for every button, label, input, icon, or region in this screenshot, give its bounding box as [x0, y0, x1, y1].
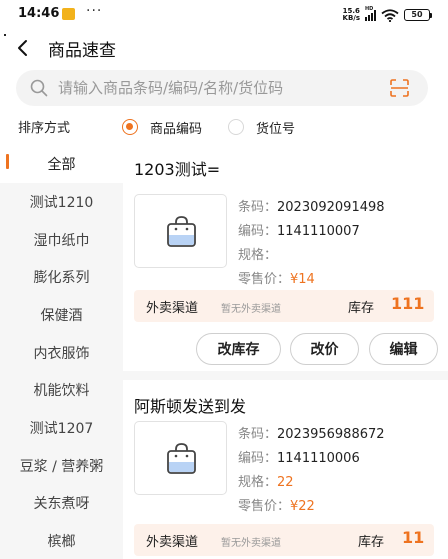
price-field: 零售价：¥22 — [238, 495, 315, 514]
hd-badge: HD — [365, 5, 374, 12]
sort-option-label: 货位号 — [256, 121, 296, 137]
code-value: 1141110007 — [277, 224, 360, 239]
code-label: 编码： — [238, 451, 278, 466]
sidebar-item[interactable]: 保健酒 — [0, 296, 123, 334]
price-field: 零售价：¥14 — [238, 268, 315, 287]
shopping-bag-icon — [167, 216, 196, 247]
search-icon — [30, 79, 48, 97]
spec-field: 规格： — [238, 244, 277, 263]
channel-label: 外卖渠道 — [146, 535, 199, 550]
shopping-bag-icon — [167, 443, 196, 474]
sidebar-item[interactable]: 机能饮料 — [0, 371, 123, 409]
spec-label: 规格： — [238, 248, 278, 263]
radio-unchecked-icon — [228, 119, 244, 135]
channel-label: 外卖渠道 — [146, 301, 199, 316]
more-notifications-icon: ··· — [86, 3, 103, 19]
barcode-field: 条码：2023092091498 — [238, 196, 385, 215]
sort-options: 排序方式 商品编码 货位号 — [18, 117, 438, 137]
status-indicators: 15.6 KB/s HD 50 — [343, 6, 432, 23]
barcode-field: 条码：2023956988672 — [238, 423, 385, 442]
price-label: 零售价： — [238, 499, 291, 514]
network-speed: 15.6 KB/s — [343, 8, 360, 22]
battery-icon: 50 — [404, 9, 432, 21]
edit-price-button[interactable]: 改价 — [290, 333, 359, 365]
barcode-label: 条码： — [238, 200, 278, 215]
product-card[interactable]: 阿斯顿发送到发 条码：2023956988672 编码：1141110006 规… — [123, 393, 448, 559]
sidebar-item[interactable]: 膨化系列 — [0, 258, 123, 296]
barcode-value: 2023956988672 — [277, 427, 385, 442]
network-speed-unit: KB/s — [342, 14, 360, 22]
notification-app-icon — [62, 8, 75, 20]
delivery-channel-bar: 外卖渠道 暂无外卖渠道 库存 111 — [134, 290, 434, 322]
code-field: 编码：1141110006 — [238, 447, 360, 466]
price-value: ¥22 — [290, 499, 315, 514]
code-value: 1141110006 — [277, 451, 360, 466]
scan-icon[interactable] — [390, 79, 409, 97]
sidebar-item[interactable]: 豆浆 / 营养粥 — [0, 447, 123, 485]
card-separator — [123, 371, 448, 380]
product-image — [134, 194, 227, 268]
spec-field: 规格：22 — [238, 471, 294, 490]
stock-value: 11 — [402, 528, 425, 547]
product-name: 阿斯顿发送到发 — [134, 397, 247, 416]
sort-option-label: 商品编码 — [150, 121, 203, 137]
edit-button[interactable]: 编辑 — [369, 333, 438, 365]
product-name: 1203测试= — [134, 160, 221, 179]
search-input[interactable] — [58, 70, 378, 106]
stock-label: 库存 — [358, 535, 385, 550]
sidebar-item[interactable]: 湿巾纸巾 — [0, 221, 123, 259]
battery-level: 50 — [404, 9, 430, 21]
status-bar: 14:46 ··· 15.6 KB/s HD 50 — [0, 0, 448, 30]
code-label: 编码： — [238, 224, 278, 239]
sidebar-item-all[interactable]: 全部 — [0, 145, 123, 183]
cellular-signal-icon: HD — [365, 6, 376, 21]
product-list[interactable]: 1203测试= 条码：2023092091498 编码：1141110007 规… — [123, 145, 448, 559]
code-field: 编码：1141110007 — [238, 220, 360, 239]
search-bar[interactable] — [16, 70, 428, 106]
sidebar-item[interactable]: 槟榔 — [0, 522, 123, 559]
barcode-value: 2023092091498 — [277, 200, 385, 215]
sidebar-item[interactable]: 测试1207 — [0, 409, 123, 447]
status-time: 14:46 — [18, 6, 60, 21]
spec-label: 规格： — [238, 475, 278, 490]
price-value: ¥14 — [290, 272, 315, 287]
page-title: 商品速查 — [48, 41, 116, 61]
wifi-icon — [381, 8, 399, 22]
spec-value: 22 — [277, 475, 294, 490]
chevron-left-icon[interactable] — [14, 39, 32, 57]
sort-by-location-radio[interactable]: 货位号 — [228, 117, 295, 137]
stray-dot — [4, 34, 6, 36]
barcode-label: 条码： — [238, 427, 278, 442]
product-image — [134, 421, 227, 495]
delivery-channel-bar: 外卖渠道 暂无外卖渠道 库存 11 — [134, 524, 434, 556]
price-label: 零售价： — [238, 272, 291, 287]
edit-stock-button[interactable]: 改库存 — [196, 333, 281, 365]
channel-status: 暂无外卖渠道 — [221, 538, 281, 549]
category-sidebar: 全部 测试1210 湿巾纸巾 膨化系列 保健酒 内衣服饰 机能饮料 测试1207… — [0, 145, 123, 559]
sort-by-code-radio[interactable]: 商品编码 — [122, 117, 202, 137]
channel-status: 暂无外卖渠道 — [221, 304, 281, 315]
sidebar-item[interactable]: 测试1210 — [0, 183, 123, 221]
product-card[interactable]: 1203测试= 条码：2023092091498 编码：1141110007 规… — [123, 156, 448, 378]
sort-label: 排序方式 — [18, 121, 71, 136]
stock-value: 111 — [391, 294, 425, 313]
sidebar-item[interactable]: 关东煮呀 — [0, 484, 123, 522]
stock-label: 库存 — [348, 301, 375, 316]
sidebar-item[interactable]: 内衣服饰 — [0, 334, 123, 372]
radio-checked-icon — [122, 119, 138, 135]
